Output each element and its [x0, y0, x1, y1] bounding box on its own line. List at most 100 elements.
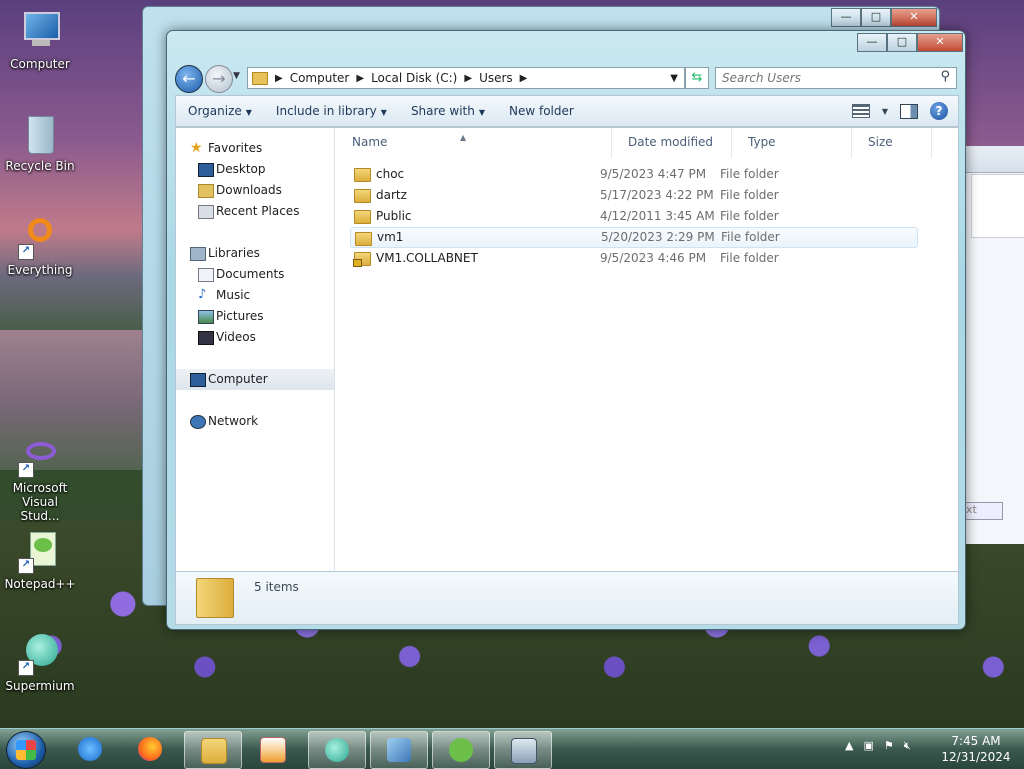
file-row-public[interactable]: Public 4/12/2011 3:45 AM File folder	[350, 206, 918, 227]
file-row-vm1-collabnet[interactable]: VM1.COLLABNET 9/5/2023 4:46 PM File fold…	[350, 248, 918, 269]
background-window-panel: xt	[964, 146, 1024, 544]
breadcrumb-separator-icon[interactable]: ▶	[353, 73, 367, 84]
column-header-type[interactable]: Type	[732, 128, 852, 158]
network-tray-icon[interactable]: ▣	[863, 739, 873, 753]
file-name: VM1.COLLABNET	[376, 251, 478, 265]
help-icon[interactable]: ?	[930, 102, 948, 120]
notepad-plus-plus-icon: ↗	[18, 530, 62, 574]
visual-studio-icon: ↗	[18, 434, 62, 478]
breadcrumb-computer[interactable]: Computer	[286, 71, 354, 85]
system-clock[interactable]: 7:45 AM 12/31/2024	[936, 733, 1016, 765]
pictures-icon	[198, 310, 214, 324]
folder-icon	[354, 210, 371, 224]
taskbar-remote-desktop[interactable]	[494, 731, 552, 769]
breadcrumb-users[interactable]: Users	[475, 71, 517, 85]
search-icon[interactable]: ⚲	[940, 69, 950, 84]
desktop-icon-supermium[interactable]: ↗ Supermium	[2, 632, 78, 693]
file-list-pane: ▲ Name Date modified Type Size choc 9/5/…	[336, 128, 958, 572]
nav-libraries[interactable]: Libraries	[176, 243, 334, 264]
file-type: File folder	[720, 209, 779, 223]
desktop-icon-label: Notepad++	[4, 577, 76, 591]
close-button[interactable]: ✕	[917, 33, 963, 52]
shortcut-arrow-icon: ↗	[18, 558, 34, 574]
address-bar[interactable]: ▶ Computer ▶ Local Disk (C:) ▶ Users ▶ ▼	[247, 67, 685, 89]
breadcrumb-local-disk[interactable]: Local Disk (C:)	[367, 71, 461, 85]
file-name: dartz	[376, 188, 407, 202]
desktop-icon-computer[interactable]: Computer	[2, 10, 78, 71]
show-hidden-icons-icon[interactable]: ▲	[845, 739, 853, 753]
breadcrumb-separator-icon[interactable]: ▶	[461, 73, 475, 84]
computer-icon	[18, 10, 62, 54]
nav-label: Documents	[216, 267, 285, 281]
volume-muted-icon[interactable]: 🔇︎	[904, 739, 911, 753]
view-dropdown-icon[interactable]: ▼	[882, 107, 888, 116]
nav-network[interactable]: Network	[176, 411, 334, 432]
minimize-button[interactable]: —	[831, 8, 861, 27]
background-window-bar	[965, 146, 1024, 173]
taskbar-supermium[interactable]	[308, 731, 366, 769]
item-count: 5 items	[254, 580, 299, 594]
file-row-choc[interactable]: choc 9/5/2023 4:47 PM File folder	[350, 164, 918, 185]
desktop-icon-label: Computer	[10, 57, 70, 71]
preview-pane-icon[interactable]	[900, 103, 918, 119]
forward-button[interactable]: →	[205, 65, 233, 93]
nav-videos[interactable]: Videos	[176, 327, 334, 348]
new-folder-button[interactable]: New folder	[497, 104, 586, 118]
taskbar-windows-explorer[interactable]	[184, 731, 242, 769]
address-history-dropdown[interactable]: ▼	[664, 73, 684, 84]
taskbar-notepad-plus-plus[interactable]	[432, 731, 490, 769]
folder-icon	[355, 232, 372, 246]
nav-recent-places[interactable]: Recent Places	[176, 201, 334, 222]
nav-documents[interactable]: Documents	[176, 264, 334, 285]
change-view-icon[interactable]	[851, 104, 870, 118]
search-input[interactable]	[716, 68, 934, 88]
breadcrumb-separator-icon[interactable]: ▶	[517, 73, 531, 84]
column-header-name[interactable]: ▲ Name	[336, 128, 612, 158]
maximize-button[interactable]: □	[861, 8, 891, 27]
desktop-icon-visual-studio[interactable]: ↗ Microsoft Visual Stud...	[2, 434, 78, 523]
nav-computer[interactable]: Computer	[176, 369, 334, 390]
search-box[interactable]: ⚲	[715, 67, 957, 89]
background-window-button[interactable]: xt	[965, 502, 1003, 520]
desktop-icon-recycle-bin[interactable]: Recycle Bin	[2, 112, 78, 173]
action-center-flag-icon[interactable]: ⚑	[884, 739, 894, 753]
windows-logo-icon	[16, 740, 36, 760]
desktop-icon-everything[interactable]: ↗ Everything	[2, 216, 78, 277]
star-icon: ★	[190, 140, 203, 156]
file-date: 5/17/2023 4:22 PM	[600, 188, 714, 202]
nav-desktop[interactable]: Desktop	[176, 159, 334, 180]
documents-icon	[198, 268, 214, 282]
nav-downloads[interactable]: Downloads	[176, 180, 334, 201]
taskbar-media-player[interactable]	[244, 731, 300, 767]
column-header-size[interactable]: Size	[852, 128, 932, 158]
include-in-library-button[interactable]: Include in library ▼	[264, 104, 399, 118]
share-with-button[interactable]: Share with ▼	[399, 104, 497, 118]
close-button[interactable]: ✕	[891, 8, 937, 27]
refresh-button[interactable]: ⇆	[685, 67, 709, 89]
organize-button[interactable]: Organize ▼	[176, 104, 264, 118]
taskbar-firefox[interactable]	[122, 731, 178, 767]
file-row-vm1[interactable]: vm1 5/20/2023 2:29 PM File folder	[350, 227, 918, 248]
back-button[interactable]: ←	[175, 65, 203, 93]
taskbar-control-panel[interactable]	[370, 731, 428, 769]
nav-favorites[interactable]: ★ Favorites	[176, 138, 334, 159]
recent-pages-dropdown[interactable]: ▼	[233, 71, 240, 81]
desktop-icon-notepad-plus-plus[interactable]: ↗ Notepad++	[2, 530, 78, 591]
taskbar-internet-explorer[interactable]	[62, 731, 118, 767]
lock-icon	[353, 259, 362, 267]
breadcrumb-separator-icon[interactable]: ▶	[272, 73, 286, 84]
minimize-button[interactable]: —	[857, 33, 887, 52]
start-button[interactable]	[6, 731, 46, 769]
media-player-icon	[260, 737, 286, 763]
maximize-button[interactable]: □	[887, 33, 917, 52]
desktop-icon-label: Supermium	[5, 679, 75, 693]
nav-pictures[interactable]: Pictures	[176, 306, 334, 327]
nav-music[interactable]: ♪ Music	[176, 285, 334, 306]
supermium-icon	[325, 738, 349, 762]
arrow-right-icon: →	[212, 69, 226, 88]
organize-label: Organize	[188, 104, 242, 118]
sort-ascending-icon: ▲	[460, 133, 467, 142]
column-header-date-modified[interactable]: Date modified	[612, 128, 732, 158]
file-row-dartz[interactable]: dartz 5/17/2023 4:22 PM File folder	[350, 185, 918, 206]
explorer-window[interactable]: — □ ✕ ← → ▼ ▶ Computer ▶ Local Disk (C:)…	[166, 30, 966, 630]
